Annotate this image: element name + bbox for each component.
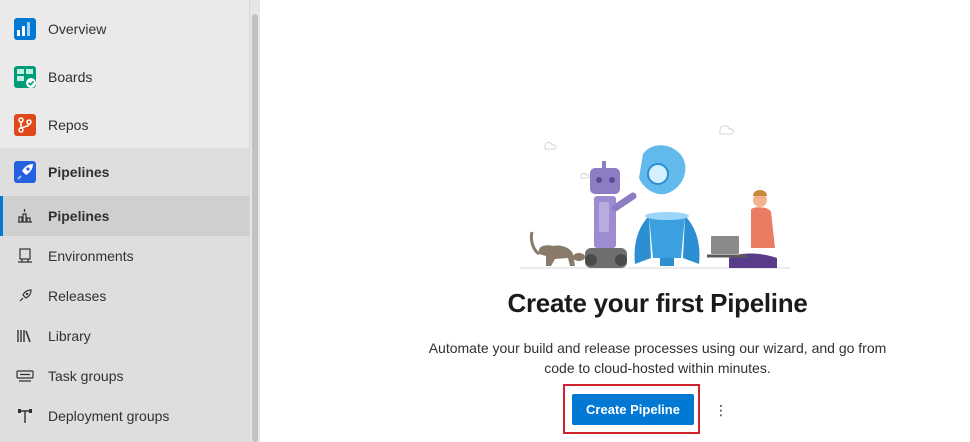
scrollbar-thumb[interactable]	[252, 14, 258, 442]
main-content: Create your first Pipeline Automate your…	[260, 0, 970, 442]
nav-item-label: Overview	[48, 21, 107, 37]
sub-item-pipelines[interactable]: Pipelines	[0, 196, 249, 236]
sub-item-releases[interactable]: Releases	[0, 276, 249, 316]
library-icon	[17, 330, 31, 343]
nav-item-repos[interactable]: Repos	[0, 101, 249, 149]
cloud-icon	[719, 125, 734, 135]
releases-icon	[19, 289, 32, 302]
sub-item-library[interactable]: Library	[0, 316, 249, 356]
more-options-button[interactable]: ⋮	[711, 398, 731, 422]
pipelines-rocket-icon	[18, 209, 32, 223]
robot-figure	[585, 161, 637, 268]
nav-item-label: Repos	[48, 117, 89, 133]
sidebar-scrollbar[interactable]	[249, 0, 260, 442]
overview-icon	[14, 18, 36, 40]
cloud-icon	[580, 172, 590, 179]
pipeline-illustration	[520, 125, 790, 269]
left-navigation: Overview Boards Repos Pipelines Pipeline…	[0, 0, 260, 442]
boards-icon	[14, 66, 36, 88]
nav-item-label: Pipelines	[48, 164, 110, 180]
rocket-figure	[634, 145, 700, 266]
sub-item-label: Library	[48, 328, 91, 344]
repos-icon	[14, 114, 36, 136]
environments-icon	[18, 248, 32, 263]
sub-item-label: Deployment groups	[48, 408, 170, 424]
sub-item-label: Releases	[48, 288, 107, 304]
navigation-list: Overview Boards Repos Pipelines Pipeline…	[0, 0, 249, 442]
sub-item-label: Environments	[48, 248, 134, 264]
page-description: Automate your build and release processe…	[428, 340, 887, 376]
page-title: Create your first Pipeline	[507, 288, 808, 318]
nav-item-overview[interactable]: Overview	[0, 5, 249, 53]
create-pipeline-button[interactable]: Create Pipeline	[572, 394, 694, 425]
nav-item-boards[interactable]: Boards	[0, 53, 249, 101]
sub-item-task-groups[interactable]: Task groups	[0, 356, 249, 396]
person-figure	[707, 190, 777, 268]
pipelines-icon	[14, 161, 36, 183]
sub-item-label: Pipelines	[48, 208, 110, 224]
sub-item-environments[interactable]: Environments	[0, 236, 249, 276]
cloud-icon	[544, 142, 557, 150]
dog-figure	[529, 231, 585, 266]
nav-item-pipelines[interactable]: Pipelines	[0, 148, 249, 196]
sub-item-label: Task groups	[48, 368, 124, 384]
pipelines-section: Pipelines Pipelines Environments Release…	[0, 148, 249, 442]
task-groups-icon	[16, 370, 34, 382]
deployment-groups-icon	[18, 409, 32, 423]
sub-item-deployment-groups[interactable]: Deployment groups	[0, 396, 249, 436]
nav-item-label: Boards	[48, 69, 93, 85]
